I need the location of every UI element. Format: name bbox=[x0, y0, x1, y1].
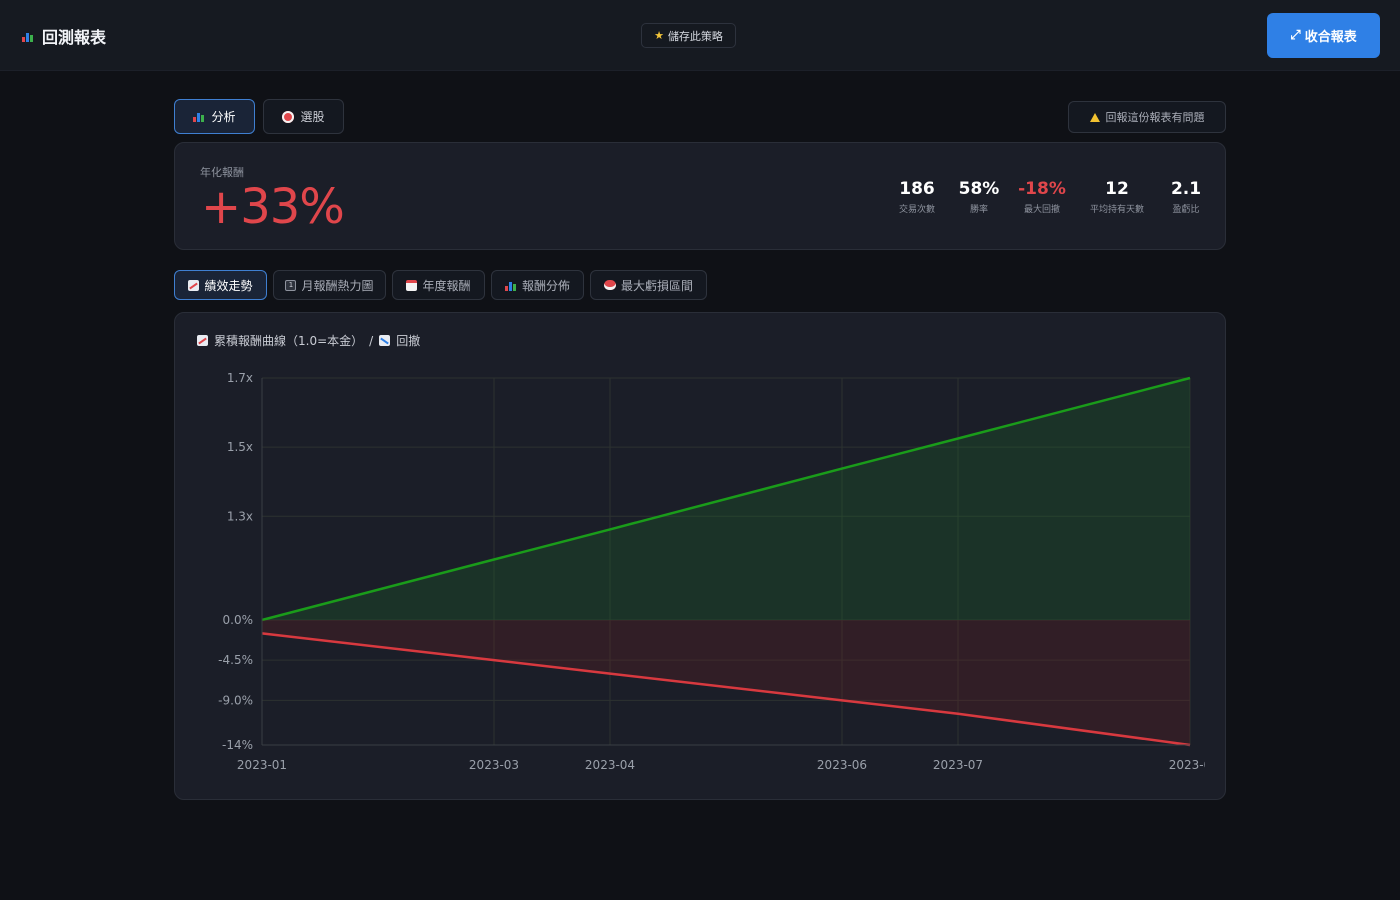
stat-value: -18% bbox=[1018, 179, 1066, 199]
stat-avg-holding-days: 12 平均持有天數 bbox=[1083, 179, 1151, 215]
save-strategy-label: 儲存此策略 bbox=[667, 29, 723, 43]
bar-chart-icon bbox=[193, 111, 205, 122]
stat-value: 58% bbox=[958, 179, 1000, 199]
app-title-text: 回測報表 bbox=[42, 28, 107, 47]
bar-chart-icon bbox=[504, 280, 517, 291]
stat-label: 最大回撤 bbox=[1023, 205, 1060, 215]
stat-label: 勝率 bbox=[969, 205, 988, 215]
y-tick-label: 1.5x bbox=[227, 440, 253, 454]
chart-card: 累積報酬曲線（1.0=本金） / 回撤 1.7x 1.5x 1.3x 0.0% -4.5… bbox=[174, 312, 1226, 800]
stat-value: 186 bbox=[899, 179, 935, 199]
target-icon bbox=[282, 110, 295, 123]
stat-profit-loss-ratio: 2.1 盈虧比 bbox=[1165, 179, 1207, 215]
stat-trade-count: 186 交易次數 bbox=[893, 179, 941, 215]
bar-chart-icon bbox=[22, 31, 34, 42]
annual-return-value: +33% bbox=[201, 179, 345, 235]
summary-card: 年化報酬 +33% 186 交易次數 58% 勝率 -18% 最大回撤 12 平… bbox=[174, 142, 1226, 250]
subtab-performance[interactable]: 績效走勢 bbox=[174, 270, 267, 300]
subtab-monthly-heatmap-label: 月報酬熱力圖 bbox=[301, 278, 374, 293]
number-icon: 1 bbox=[285, 279, 297, 291]
stat-label: 交易次數 bbox=[898, 205, 935, 215]
subtab-return-distribution[interactable]: 報酬分佈 bbox=[491, 270, 584, 300]
tab-analysis-label: 分析 bbox=[211, 110, 236, 124]
collapse-report-button[interactable]: ⤢ 收合報表 bbox=[1267, 13, 1380, 58]
x-tick-label: 2023-03 bbox=[469, 758, 519, 772]
report-issue-label: 回報這份報表有問題 bbox=[1105, 111, 1205, 124]
y-tick-label: -9.0% bbox=[218, 693, 253, 707]
y-tick-label: 0.0% bbox=[223, 613, 254, 627]
stat-win-rate: 58% 勝率 bbox=[955, 179, 1003, 215]
y-tick-label: 1.3x bbox=[227, 509, 253, 523]
stat-value: 2.1 bbox=[1170, 179, 1202, 199]
annual-return-label: 年化報酬 bbox=[200, 166, 244, 179]
y-tick-label: -4.5% bbox=[218, 653, 253, 667]
app-title: 回測報表 bbox=[22, 24, 106, 48]
subtab-max-loss-period[interactable]: 最大虧損區間 bbox=[590, 270, 707, 300]
report-issue-button[interactable]: 回報這份報表有問題 bbox=[1068, 101, 1226, 133]
chart-up-icon bbox=[188, 279, 200, 291]
x-tick-label: 2023-07 bbox=[933, 758, 983, 772]
subtab-annual-return-label: 年度報酬 bbox=[422, 278, 471, 293]
top-bar: 回測報表 ★ 儲存此策略 ⤢ 收合報表 bbox=[0, 0, 1400, 71]
subtab-monthly-heatmap[interactable]: 1 月報酬熱力圖 bbox=[273, 270, 386, 300]
stat-label: 盈虧比 bbox=[1172, 205, 1200, 215]
y-tick-label: -14% bbox=[222, 738, 253, 752]
x-tick-label: 2023-0 bbox=[1169, 758, 1212, 772]
mask-icon bbox=[603, 280, 616, 290]
tab-stock-picking[interactable]: 選股 bbox=[263, 99, 344, 134]
x-tick-label: 2023-04 bbox=[585, 758, 635, 772]
y-tick-label: 1.7x bbox=[227, 371, 253, 385]
performance-chart: 1.7x 1.5x 1.3x 0.0% -4.5% -9.0% -14% 2023-01 202… bbox=[218, 371, 1212, 772]
subtab-performance-label: 績效走勢 bbox=[204, 278, 253, 293]
subtab-return-distribution-label: 報酬分佈 bbox=[521, 278, 570, 293]
subtab-max-loss-period-label: 最大虧損區間 bbox=[620, 278, 693, 293]
stat-max-drawdown: -18% 最大回撤 bbox=[1016, 179, 1068, 215]
tab-analysis[interactable]: 分析 bbox=[174, 99, 255, 134]
stat-value: 12 bbox=[1105, 179, 1129, 199]
collapse-report-label: 收合報表 bbox=[1304, 30, 1357, 45]
warning-icon bbox=[1089, 112, 1100, 122]
stat-label: 平均持有天數 bbox=[1089, 205, 1144, 215]
save-strategy-button[interactable]: ★ 儲存此策略 bbox=[641, 23, 736, 48]
x-tick-label: 2023-06 bbox=[817, 758, 867, 772]
star-icon: ★ bbox=[654, 29, 664, 42]
x-tick-label: 2023-01 bbox=[237, 758, 287, 772]
calendar-icon bbox=[406, 279, 418, 291]
subtab-annual-return[interactable]: 年度報酬 bbox=[392, 270, 485, 300]
tab-stock-picking-label: 選股 bbox=[300, 110, 325, 124]
collapse-icon: ⤢ bbox=[1290, 28, 1301, 43]
